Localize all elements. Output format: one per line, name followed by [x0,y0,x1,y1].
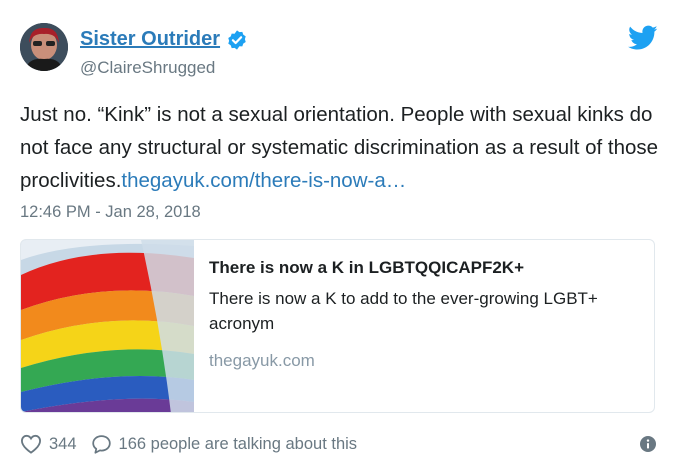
verified-badge-icon [228,29,246,50]
author-avatar[interactable] [20,23,68,71]
tweet-text: Just no. “Kink” is not a sexual orientat… [20,98,665,197]
card-title[interactable]: There is now a K in LGBTQQICAPF2K+ [209,258,639,278]
like-count[interactable]: 344 [49,435,77,454]
reply-bubble-icon[interactable] [91,434,112,454]
tweet-actions: 344 166 people are talking about this [20,434,357,454]
talking-about-count[interactable]: 166 people are talking about this [119,435,358,454]
twitter-bird-icon[interactable] [628,25,658,51]
card-description: There is now a K to add to the ever-grow… [209,289,598,333]
author-name[interactable]: Sister Outrider [80,28,220,51]
card-domain: thegayuk.com [209,351,315,370]
info-icon[interactable] [640,436,656,452]
heart-icon[interactable] [20,434,42,454]
card-image-rainbow-flag [21,240,194,412]
tweet-timestamp[interactable]: 12:46 PM - Jan 28, 2018 [20,203,201,222]
author-handle[interactable]: @ClaireShrugged [80,58,215,78]
link-card[interactable]: There is now a K in LGBTQQICAPF2K+ There… [20,239,655,413]
tweet-link[interactable]: thegayuk.com/there-is-now-a… [121,169,406,192]
